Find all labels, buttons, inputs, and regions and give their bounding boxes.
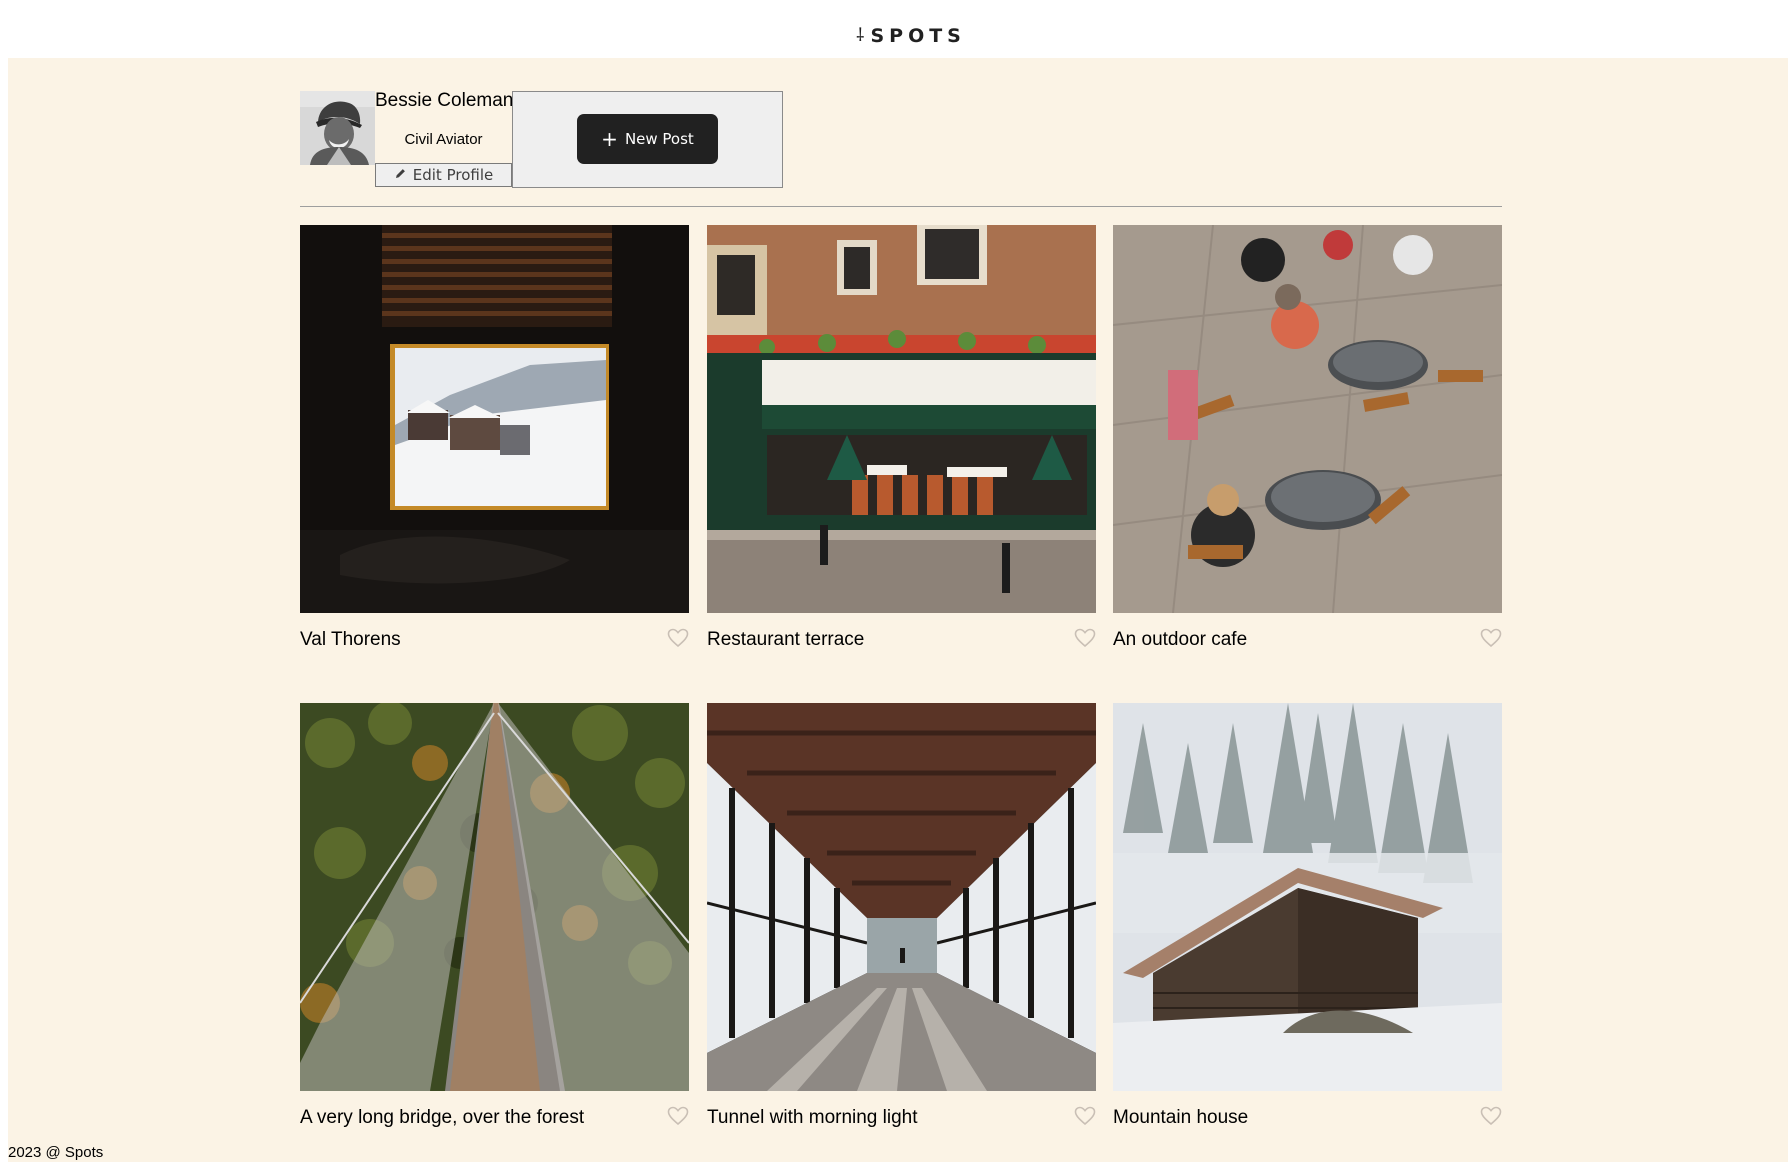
heart-icon[interactable] — [667, 628, 689, 648]
edit-profile-button[interactable]: Edit Profile — [375, 163, 512, 187]
copyright-text: 2023 @ Spots — [8, 1144, 104, 1161]
card-image-tunnel[interactable] — [707, 703, 1096, 1091]
new-post-label: New Post — [624, 130, 694, 148]
card-title: An outdoor cafe — [1113, 629, 1248, 650]
heart-icon[interactable] — [1480, 1106, 1502, 1126]
card-long-bridge: A very long bridge, over the forest — [300, 703, 689, 1131]
plus-icon: + — [601, 127, 618, 151]
heart-icon[interactable] — [667, 1106, 689, 1126]
spots-logo[interactable]: ⸸ SPOTS — [856, 25, 966, 47]
card-val-thorens: Val Thorens — [300, 225, 689, 653]
footer: 2023 @ Spots — [8, 1144, 103, 1161]
heart-icon[interactable] — [1074, 1106, 1096, 1126]
edit-profile-label: Edit Profile — [412, 166, 494, 184]
card-image-val-thorens[interactable] — [300, 225, 689, 613]
card-image-mountain-house[interactable] — [1113, 703, 1502, 1091]
card-outdoor-cafe: An outdoor cafe — [1113, 225, 1502, 653]
profile-name: Bessie Coleman — [375, 90, 514, 111]
pencil-icon — [394, 166, 407, 184]
header: ⸸ SPOTS — [0, 0, 1788, 58]
new-post-button[interactable]: + New Post — [577, 114, 718, 164]
new-post-panel: + New Post — [512, 91, 783, 188]
card-title: Val Thorens — [300, 629, 401, 650]
profile-job: Civil Aviator — [404, 131, 483, 148]
card-title: Mountain house — [1113, 1107, 1249, 1128]
heart-icon[interactable] — [1480, 628, 1502, 648]
card-image-long-bridge[interactable] — [300, 703, 689, 1091]
card-image-restaurant-terrace[interactable] — [707, 225, 1096, 613]
card-title: Restaurant terrace — [707, 629, 865, 650]
heart-icon[interactable] — [1074, 628, 1096, 648]
profile-section: Bessie Coleman Civil Aviator Edit Profil… — [300, 91, 783, 188]
pin-icon: ⸸ — [856, 25, 865, 46]
avatar — [300, 91, 375, 165]
card-restaurant-terrace: Restaurant terrace — [707, 225, 1096, 653]
card-tunnel: Tunnel with morning light — [707, 703, 1096, 1131]
card-mountain-house: Mountain house — [1113, 703, 1502, 1131]
profile-divider — [300, 206, 1502, 207]
card-image-outdoor-cafe[interactable] — [1113, 225, 1502, 613]
card-title: A very long bridge, over the forest — [300, 1107, 585, 1128]
logo-text: SPOTS — [870, 25, 966, 47]
card-title: Tunnel with morning light — [707, 1107, 918, 1128]
